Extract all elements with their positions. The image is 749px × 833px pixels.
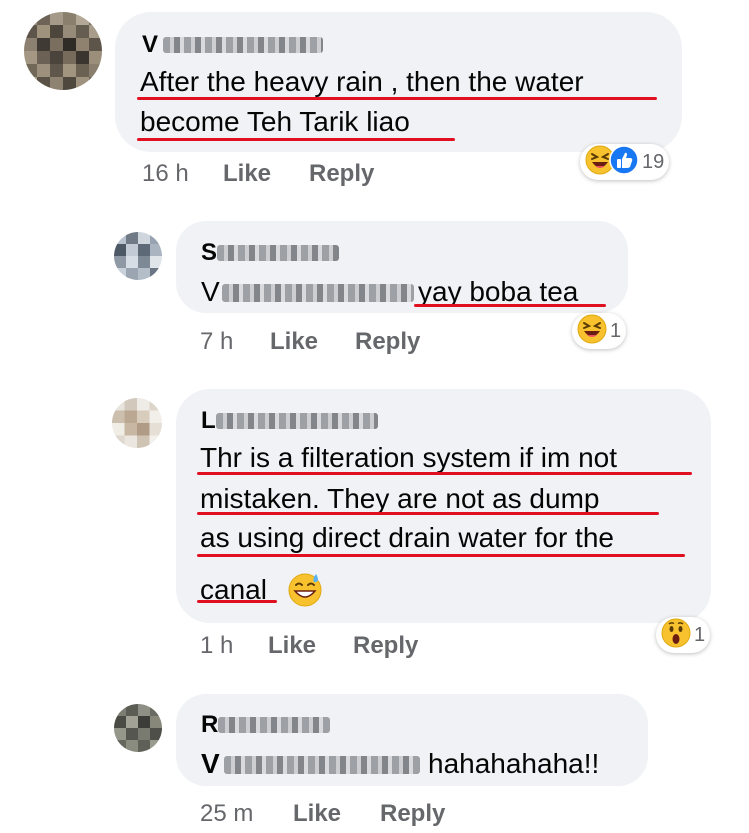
comment-timestamp[interactable]: 7 h — [200, 328, 233, 356]
redacted-name — [216, 413, 378, 429]
highlight-underline — [137, 138, 455, 141]
mention-initial[interactable]: V — [201, 744, 220, 784]
reaction-summary[interactable]: 1 — [656, 617, 711, 653]
like-button[interactable]: Like — [268, 632, 316, 660]
comment-author-name[interactable]: L — [201, 408, 216, 434]
comment-text: hahahahaha!! — [428, 748, 600, 779]
comment-text-line: become Teh Tarik liao — [140, 106, 410, 137]
wow-emoji — [661, 618, 691, 653]
laugh-emoji — [577, 314, 607, 349]
avatar[interactable] — [114, 232, 162, 280]
comment-text-line: as using direct drain water for the — [200, 522, 614, 553]
mention-initial[interactable]: V — [201, 272, 220, 312]
reply-button[interactable]: Reply — [355, 328, 420, 356]
highlight-underline — [197, 512, 659, 515]
comment-timestamp[interactable]: 16 h — [142, 160, 189, 188]
highlight-underline — [137, 97, 657, 100]
author-initial[interactable]: R — [201, 711, 218, 738]
highlight-underline — [197, 554, 685, 557]
redacted-name — [217, 245, 339, 261]
reply-button[interactable]: Reply — [380, 800, 445, 828]
comment-text-line: After the heavy rain , then the water — [140, 66, 584, 97]
like-button[interactable]: Like — [223, 160, 271, 188]
like-button[interactable]: Like — [293, 800, 341, 828]
like-button[interactable]: Like — [270, 328, 318, 356]
reaction-summary[interactable]: 1 — [572, 313, 627, 349]
avatar[interactable] — [24, 12, 102, 90]
redacted-name — [218, 717, 330, 733]
reaction-summary[interactable]: 19 — [580, 144, 670, 180]
like-icon — [609, 144, 639, 180]
highlight-underline — [197, 472, 692, 475]
redacted-mention — [224, 756, 420, 774]
redacted-name — [163, 37, 323, 53]
comment-author-name[interactable]: R — [201, 712, 218, 738]
author-initial[interactable]: L — [201, 407, 216, 434]
comment-timestamp[interactable]: 1 h — [200, 632, 233, 660]
reaction-count: 19 — [642, 150, 665, 173]
comment-text-line: canal — [200, 574, 267, 605]
reaction-count: 1 — [694, 623, 706, 646]
comment-author-name[interactable]: V — [142, 32, 158, 58]
comment-author-name[interactable]: S — [201, 240, 217, 266]
author-initial[interactable]: V — [142, 31, 158, 58]
author-initial[interactable]: S — [201, 239, 217, 266]
highlight-underline — [414, 304, 606, 307]
avatar[interactable] — [112, 398, 162, 448]
avatar[interactable] — [114, 704, 162, 752]
comment-timestamp[interactable]: 25 m — [200, 800, 253, 828]
grin-sweat-emoji — [286, 570, 324, 613]
reply-button[interactable]: Reply — [309, 160, 374, 188]
reaction-count: 1 — [610, 319, 622, 342]
highlight-underline — [197, 600, 277, 603]
reply-button[interactable]: Reply — [353, 632, 418, 660]
redacted-mention — [222, 284, 414, 302]
